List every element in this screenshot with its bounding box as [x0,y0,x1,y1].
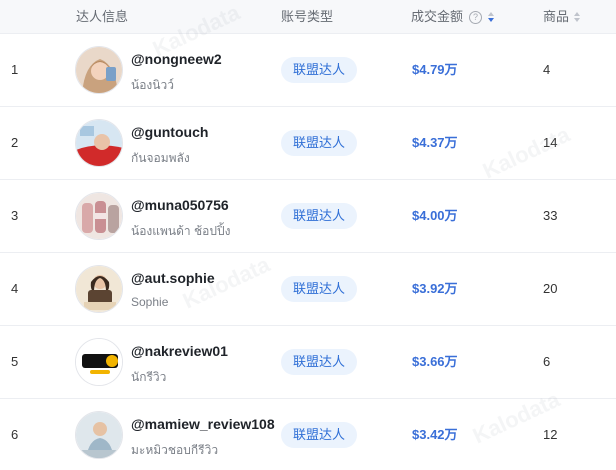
gmv-value: $4.00万 [412,208,458,223]
header-creator-info: 达人信息 [76,9,129,24]
rank-number: 4 [11,281,19,296]
account-type-badge: 联盟达人 [281,422,358,448]
header-gmv[interactable]: 成交金额 ? [411,0,495,34]
creator-handle[interactable]: @muna050756 [131,197,229,213]
creator-nickname: น้องนิวว์ [131,78,174,92]
help-icon[interactable]: ? [469,10,483,24]
header-account-type: 账号类型 [281,9,334,24]
rank-number: 1 [11,62,19,77]
account-type-badge: 联盟达人 [281,349,358,375]
account-type-badge: 联盟达人 [281,130,358,156]
rank-number: 5 [11,354,19,369]
gmv-value: $3.42万 [412,427,458,442]
creator-handle[interactable]: @nakreview01 [131,343,228,359]
header-items[interactable]: 商品 [543,0,581,34]
creator-nickname: กันจอมพลัง [131,151,190,165]
items-count: 12 [543,427,558,442]
items-count: 4 [543,62,551,77]
creator-handle[interactable]: @guntouch [131,124,208,140]
avatar[interactable] [75,46,123,94]
table-row[interactable]: 3 @muna050756 น้องแพนด้า ช้อปปิ้ง 联盟达人 $… [0,180,616,253]
table-row[interactable]: 5 @nakreview01 นักรีวิว 联盟达人 $3.66万 6 [0,326,616,399]
table-row[interactable]: 1 @nongneew2 น้องนิวว์ 联盟达人 $4.79万 4 [0,34,616,107]
gmv-value: $3.92万 [412,281,458,296]
table-row[interactable]: 2 @guntouch กันจอมพลัง 联盟达人 $4.37万 14 [0,107,616,180]
header-gmv-label: 成交金额 [411,9,464,24]
gmv-value: $3.66万 [412,354,458,369]
creator-nickname: นักรีวิว [131,370,167,384]
avatar[interactable] [75,338,123,386]
account-type-badge: 联盟达人 [281,203,358,229]
avatar[interactable] [75,119,123,167]
rank-number: 6 [11,427,19,442]
gmv-value: $4.79万 [412,62,458,77]
header-items-label: 商品 [543,9,570,24]
table-header: 达人信息 账号类型 成交金额 ? 商品 [0,0,616,34]
avatar[interactable] [75,411,123,459]
table-row[interactable]: 6 @mamiew_review108 มะหมิวชอบกีรีวิว 联盟达… [0,399,616,470]
items-count: 33 [543,208,558,223]
items-count: 14 [543,135,558,150]
items-count: 20 [543,281,558,296]
avatar[interactable] [75,192,123,240]
rank-number: 3 [11,208,19,223]
creator-handle[interactable]: @aut.sophie [131,270,215,286]
table-row[interactable]: 4 @aut.sophie Sophie 联盟达人 $3.92万 20 [0,253,616,326]
creator-ranking-table: 达人信息 账号类型 成交金额 ? 商品 1 @nongneew2 น้องนิว… [0,0,616,470]
gmv-value: $4.37万 [412,135,458,150]
creator-handle[interactable]: @nongneew2 [131,51,222,67]
rank-number: 2 [11,135,19,150]
sort-icon[interactable] [488,12,495,22]
creator-nickname: มะหมิวชอบกีรีวิว [131,443,219,457]
items-count: 6 [543,354,551,369]
creator-nickname: Sophie [131,295,169,309]
creator-nickname: น้องแพนด้า ช้อปปิ้ง [131,224,231,238]
account-type-badge: 联盟达人 [281,276,358,302]
sort-icon[interactable] [574,12,581,22]
account-type-badge: 联盟达人 [281,57,358,83]
avatar[interactable] [75,265,123,313]
creator-handle[interactable]: @mamiew_review108 [131,416,275,432]
